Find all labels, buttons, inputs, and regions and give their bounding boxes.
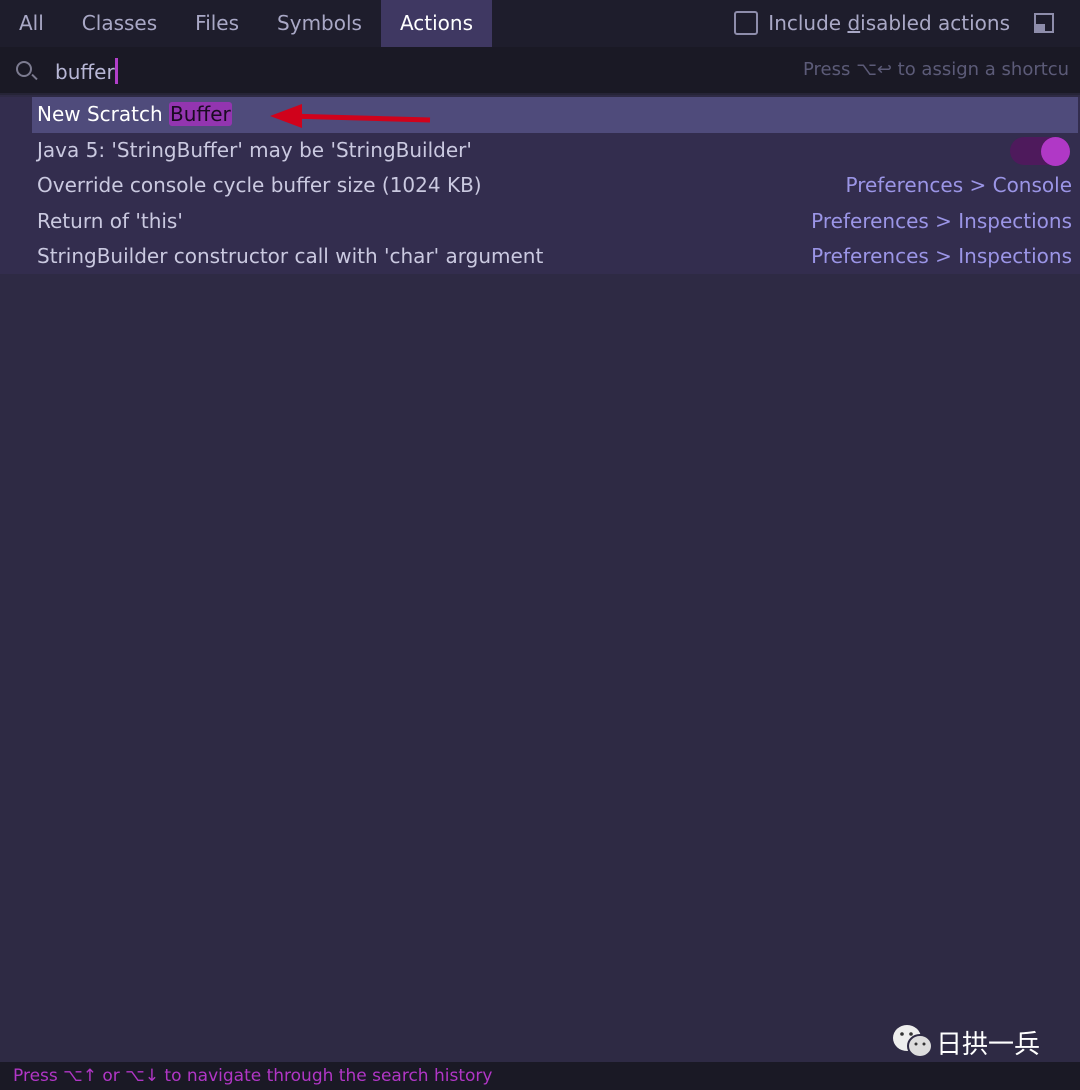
search-icon: [16, 61, 32, 77]
result-label: Java 5: 'StringBuffer' may be 'StringBui…: [37, 137, 472, 162]
result-label: Return of 'this': [37, 208, 183, 233]
search-value: buffer: [55, 60, 115, 84]
search-input[interactable]: buffer: [55, 58, 118, 84]
status-footer: Press ⌥↑ or ⌥↓ to navigate through the s…: [0, 1062, 1080, 1090]
shortcut-hint: Press ⌥↩ to assign a shortcu: [803, 59, 1070, 80]
include-disabled-checkbox[interactable]: Include disabled actions: [734, 11, 1010, 35]
watermark-text: 日拱一兵: [936, 1029, 1041, 1060]
result-item[interactable]: Return of 'this' Preferences > Inspection…: [0, 204, 1080, 240]
result-new-scratch-buffer[interactable]: New Scratch Buffer: [32, 97, 1078, 133]
result-label: Override console cycle buffer size (1024…: [37, 173, 482, 197]
annotation-arrow-icon: [270, 104, 431, 128]
result-item[interactable]: Override console cycle buffer size (1024…: [0, 168, 1080, 204]
tab-actions[interactable]: Actions: [380, 0, 493, 47]
result-location: Preferences > Inspections: [811, 208, 1072, 233]
tab-classes[interactable]: Classes: [63, 0, 176, 47]
watermark: 日拱一兵: [890, 1022, 1040, 1062]
include-disabled-label: Include disabled actions: [768, 11, 1010, 35]
result-location: Preferences > Console: [845, 173, 1073, 197]
tab-files[interactable]: Files: [176, 0, 258, 47]
search-bar: buffer Press ⌥↩ to assign a shortcu: [0, 47, 1080, 95]
tab-symbols[interactable]: Symbols: [258, 0, 381, 47]
result-location: Preferences > Inspections: [811, 244, 1072, 268]
results-list: New Scratch Buffer Java 5: 'StringBuffer…: [0, 97, 1080, 274]
text-caret: [114, 58, 118, 84]
match-highlight: Buffer: [169, 102, 232, 126]
result-item[interactable]: Java 5: 'StringBuffer' may be 'StringBui…: [0, 133, 1080, 169]
result-label: New Scratch: [37, 102, 170, 126]
tab-all[interactable]: All: [0, 0, 63, 47]
result-label: StringBuilder constructor call with 'cha…: [37, 244, 544, 268]
label-part: isabled actions: [860, 11, 1010, 35]
mnemonic: d: [847, 11, 861, 35]
checkbox-icon[interactable]: [734, 11, 759, 35]
result-item[interactable]: StringBuilder constructor call with 'cha…: [0, 239, 1080, 275]
label-part: Include: [768, 11, 848, 35]
pin-window-icon[interactable]: [1034, 13, 1054, 33]
enabled-toggle[interactable]: [1010, 136, 1070, 166]
wechat-logo-icon: [893, 1025, 933, 1058]
